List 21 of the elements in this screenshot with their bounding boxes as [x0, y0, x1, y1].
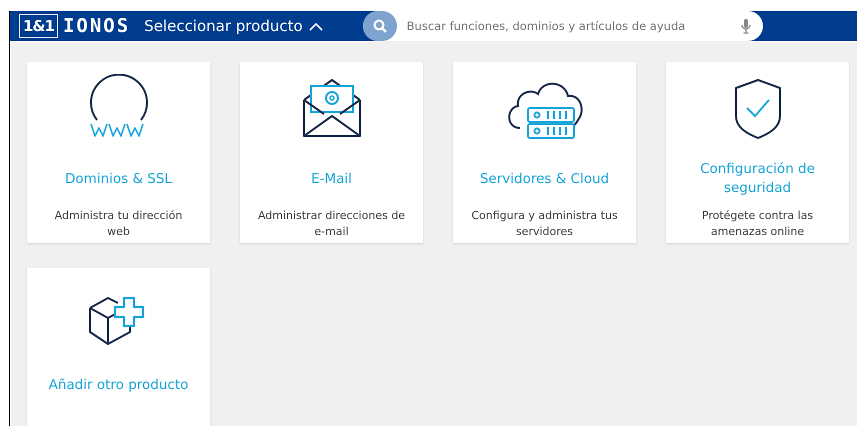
product-card[interactable]: Añadir otro producto — [27, 268, 210, 426]
product-link[interactable]: Configuración de seguridad — [682, 158, 833, 200]
product-card[interactable]: Servidores & Cloud Configura y administra tus servidores — [453, 62, 636, 243]
envelope-icon — [300, 78, 362, 140]
logo-text: IONOS — [62, 15, 130, 37]
product-link[interactable]: Servidores & Cloud — [480, 158, 610, 200]
product-description: Administrar direcciones de e-mail — [256, 208, 406, 240]
shield-check-icon — [734, 78, 782, 140]
product-link[interactable]: Dominios & SSL — [65, 158, 172, 200]
product-link[interactable]: Añadir otro producto — [48, 364, 188, 406]
logo-mark: 1&1 — [19, 14, 58, 38]
product-card[interactable]: Dominios & SSL Administra tu dirección web — [27, 62, 210, 243]
product-description: Protégete contra las amenazas online — [700, 208, 814, 240]
product-card[interactable]: Configuración de seguridad Protégete contra las amenazas online — [666, 62, 849, 243]
search-icon — [372, 19, 387, 33]
product-description: Configura y administra tus servidores — [470, 208, 619, 240]
product-link[interactable]: E-Mail — [311, 158, 352, 200]
product-menu-button[interactable]: Seleccionar producto — [144, 17, 323, 35]
microphone-icon[interactable] — [740, 18, 751, 34]
product-description: Administra tu dirección web — [54, 208, 184, 240]
product-card[interactable]: E-Mail Administrar direcciones de e-mail — [240, 62, 423, 243]
